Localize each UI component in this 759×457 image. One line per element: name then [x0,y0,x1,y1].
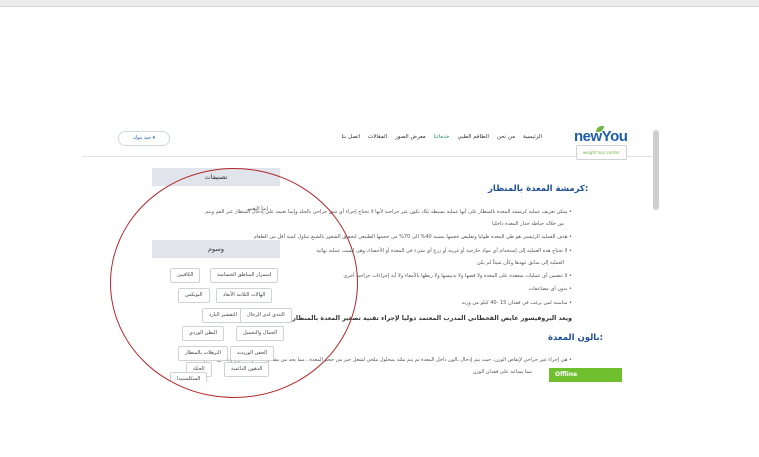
article-bullet: هدف العملية الرئيسي هو طي المعدة طوليا و… [254,234,572,240]
article-bullet: لا تحتاج هذه العملية إلى إستخدام أي مواد… [316,248,572,254]
language-button[interactable]: جيد موك ▾ [118,131,170,146]
tag-chip[interactable]: البوتكس [178,288,210,303]
nav-item-about[interactable]: من نحن [497,134,515,140]
tag-chip[interactable]: البطن الوردي [182,326,224,341]
tag-chip[interactable]: الكافيين [170,268,201,283]
nav-item-contact[interactable]: اتصل بنا [341,134,360,140]
tag-chip[interactable]: السكلستيدا [170,372,208,382]
categories-title: تصنيفات [152,168,280,186]
scrollbar-thumb[interactable] [653,130,659,210]
tag-chip[interactable]: الهالات الثلاثية الأبعاد [216,288,273,303]
tag-chip[interactable]: الدهون الدائمية [224,362,270,377]
tag-chip[interactable]: الترهلات بالمنظار [178,346,228,361]
article-heading-2: بالون المعدة: [548,333,604,343]
webpage-screenshot: newYou weight loss center الرئيسية من نح… [82,120,660,382]
article-bullet: بدون أي مضاعفات [529,286,572,292]
article-heading: كرمشة المعدة بالمنظار: [488,184,589,194]
nav-item-home[interactable]: الرئيسية [523,134,542,140]
article-bullet: مناسبة لمن يرغب في فقدان 15 -40 كيلو من … [462,300,572,306]
tags-title: وسوم [152,240,280,258]
nav-item-articles[interactable]: المقالات [368,134,387,140]
tag-chip[interactable]: التقشير البارد [202,308,244,323]
article-bullet: لا تتضمن أي عمليات متعقدة على المعدة ولا… [343,273,572,279]
tag-chip[interactable]: الجمال والتجميل [236,326,285,341]
article-line: من خلاله خياطة جدار المعدة داخليا [492,221,564,227]
article-line: العملية إلى سابق عهدها وكأن شيئاً لم يكن [476,260,564,266]
nav-item-services[interactable]: خدماتنا [434,134,450,140]
nav-item-gallery[interactable]: معرض الصور [395,134,426,140]
tag-chip[interactable]: اسمرار المناطق الحساسة [210,268,279,283]
main-nav: الرئيسية من نحن الطاقم الطبي خدماتنا معر… [341,134,542,140]
site-logo[interactable]: newYou weight loss center [574,126,628,160]
offline-badge[interactable]: Offline [549,368,622,382]
article-line: مما يساعد على فقدان الوزن [472,369,532,375]
site-header: newYou weight loss center الرئيسية من نح… [82,120,652,160]
tag-chip[interactable]: الحقن الوريدية [230,346,275,361]
category-link[interactable]: إبدأ التغيير [247,206,268,212]
logo-tagline: weight loss center [576,145,627,160]
tag-chip[interactable]: التثدي لدى الرجال [240,308,292,323]
nav-item-medical-staff[interactable]: الطاقم الطبي [458,134,489,140]
browser-top-bar [0,0,759,7]
